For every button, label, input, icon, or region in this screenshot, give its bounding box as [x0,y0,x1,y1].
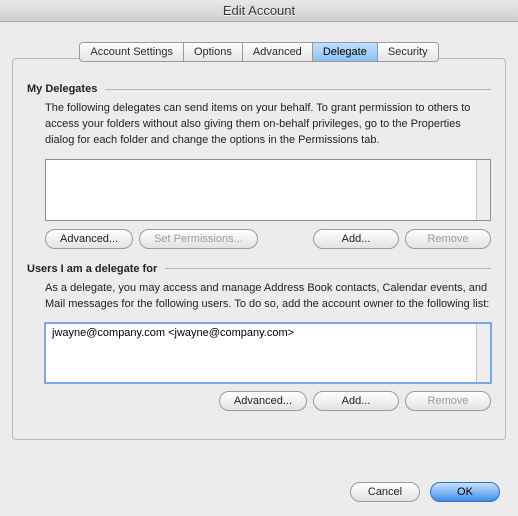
window-title: Edit Account [0,0,518,22]
set-permissions-button: Set Permissions... [139,229,258,249]
divider [165,268,491,269]
users-remove-button: Remove [405,391,491,411]
users-delegate-list[interactable]: jwayne@company.com <jwayne@company.com> [45,323,491,383]
divider [105,89,491,90]
users-add-button[interactable]: Add... [313,391,399,411]
users-advanced-button[interactable]: Advanced... [219,391,307,411]
tab-security[interactable]: Security [378,42,439,62]
tab-advanced[interactable]: Advanced [243,42,313,62]
tab-bar: Account Settings Options Advanced Delega… [12,42,506,62]
users-delegate-heading: Users I am a delegate for [27,263,157,275]
users-delegate-desc: As a delegate, you may access and manage… [45,281,491,313]
cancel-button[interactable]: Cancel [350,482,420,502]
ok-button[interactable]: OK [430,482,500,502]
my-delegates-list[interactable] [45,159,491,221]
scrollbar[interactable] [476,160,490,220]
tab-account-settings[interactable]: Account Settings [79,42,184,62]
delegates-remove-button: Remove [405,229,491,249]
tab-options[interactable]: Options [184,42,243,62]
list-item[interactable]: jwayne@company.com <jwayne@company.com> [46,324,490,342]
my-delegates-desc: The following delegates can send items o… [45,101,491,149]
scrollbar[interactable] [476,324,490,382]
delegates-add-button[interactable]: Add... [313,229,399,249]
tab-delegate[interactable]: Delegate [313,42,378,62]
my-delegates-heading: My Delegates [27,83,97,95]
delegate-panel: My Delegates The following delegates can… [12,58,506,440]
delegates-advanced-button[interactable]: Advanced... [45,229,133,249]
